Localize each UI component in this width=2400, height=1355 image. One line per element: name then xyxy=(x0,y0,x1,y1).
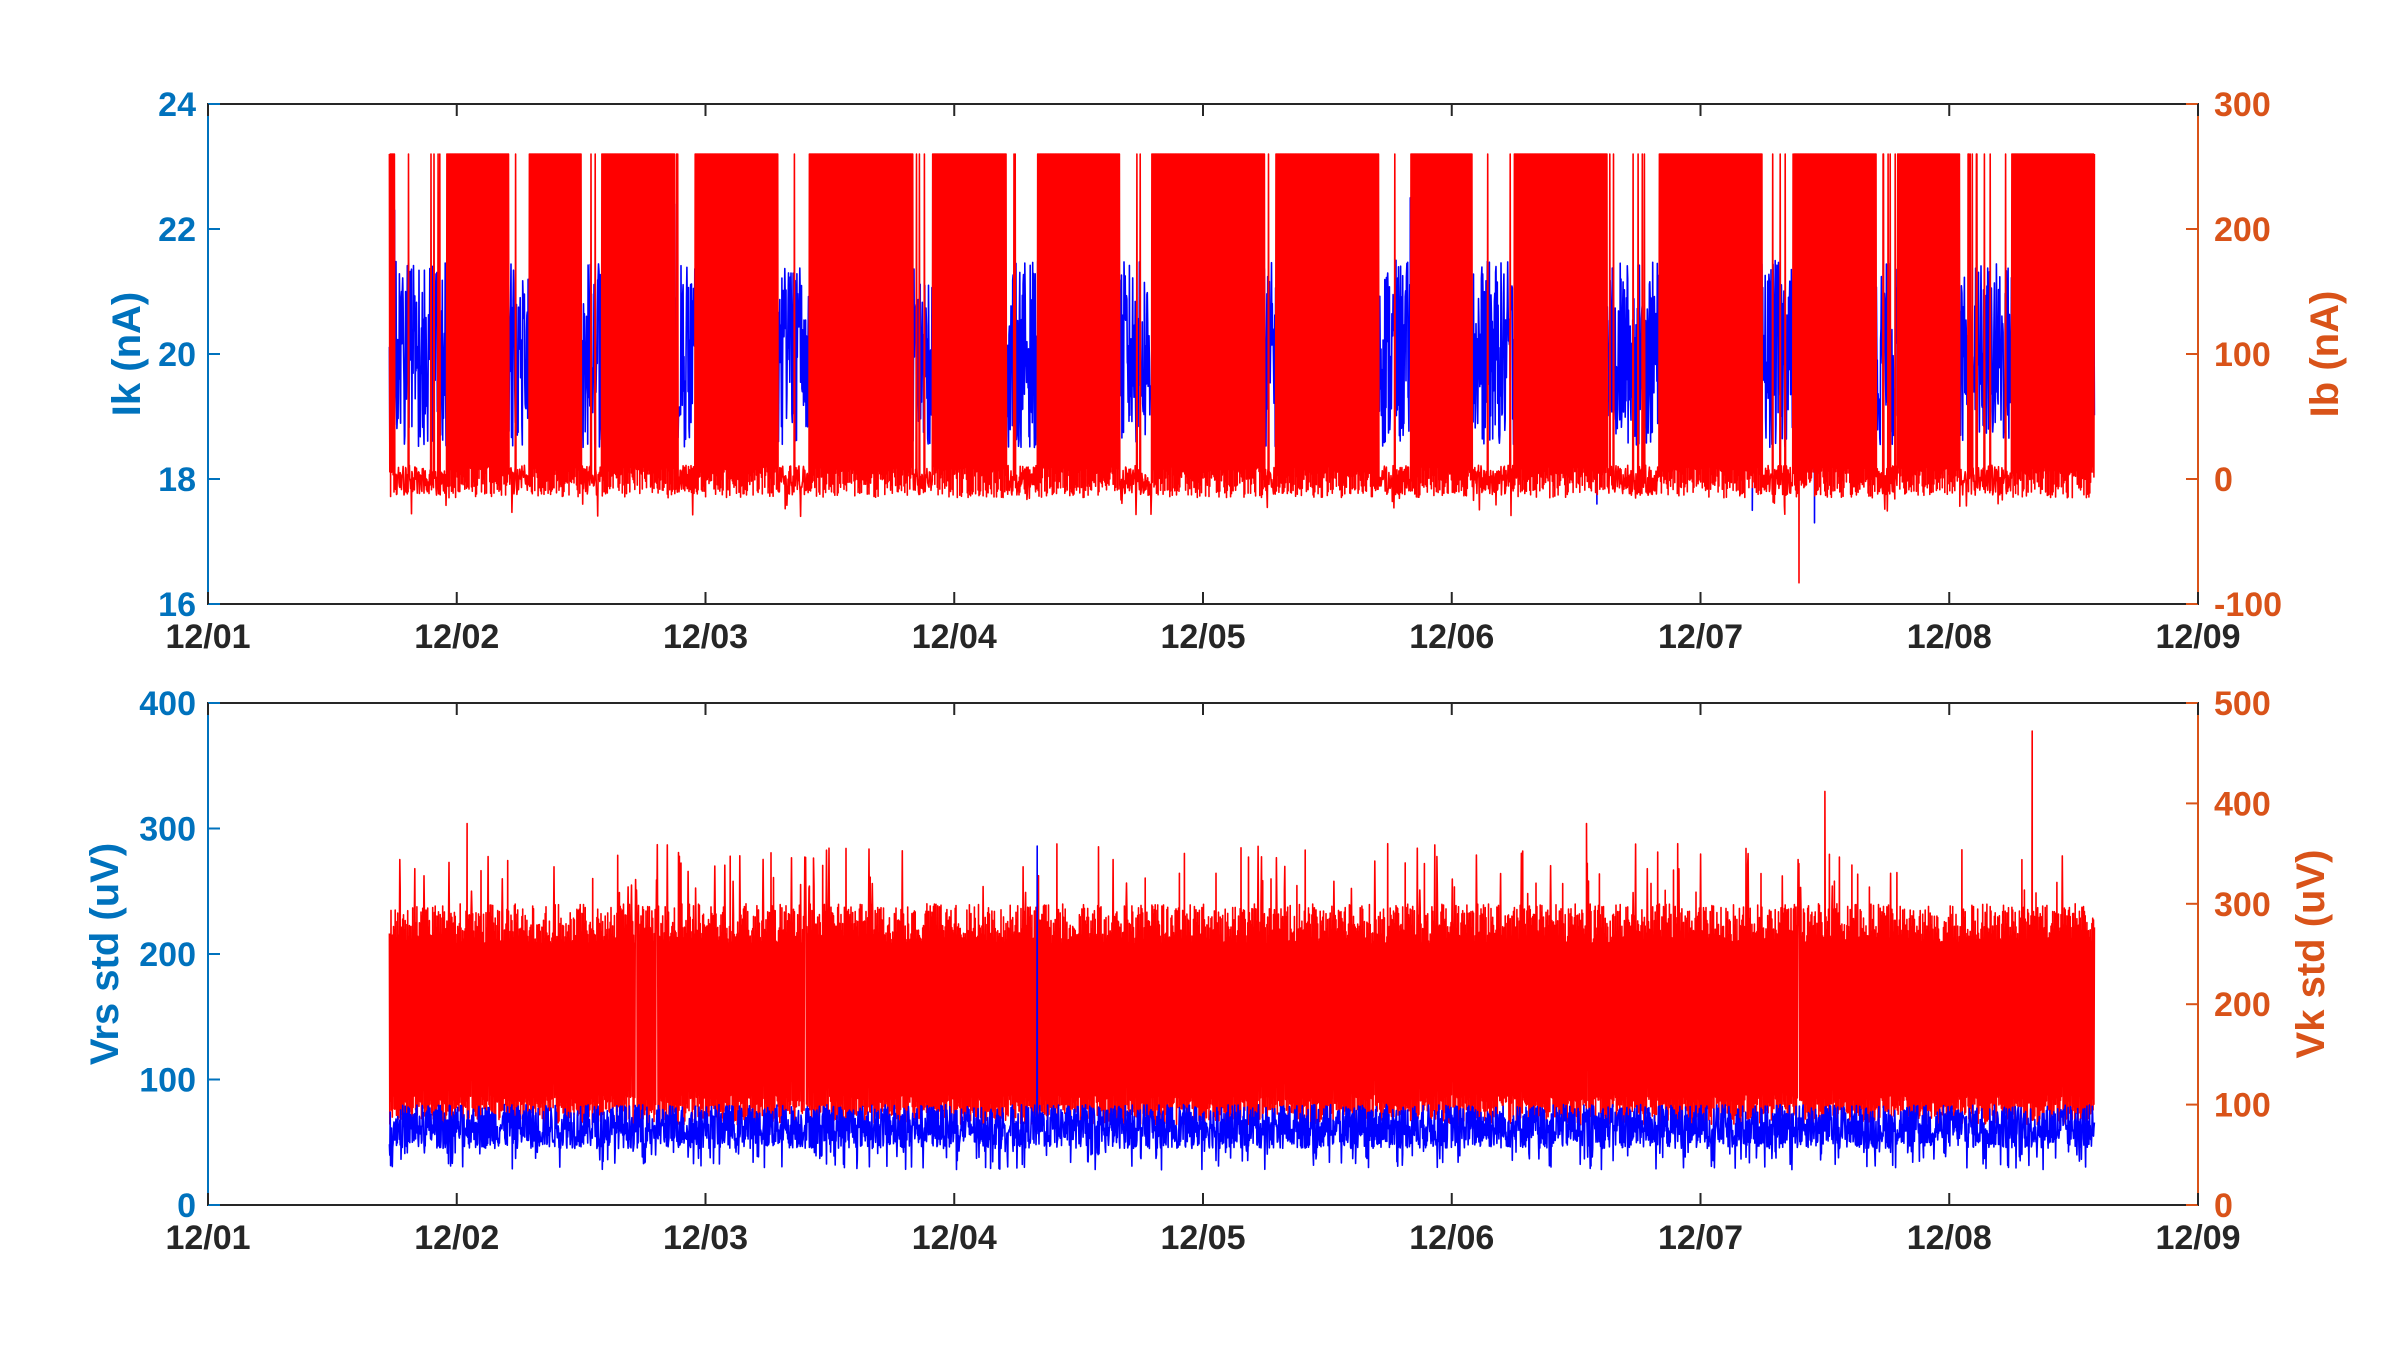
right-tick-label: 0 xyxy=(2214,461,2233,499)
left-tick-label: 18 xyxy=(158,461,196,499)
x-tick-label: 12/09 xyxy=(2155,1219,2240,1257)
red-series-line xyxy=(388,153,2096,584)
top-chart-panel: 1618202224 -1000100200300 12/01 12/02 12/0… xyxy=(105,86,2347,656)
red-series-line xyxy=(388,730,2096,1126)
vrs-std-axis-label: Vrs std (uV) xyxy=(83,843,127,1065)
x-tick-label: 12/02 xyxy=(414,618,499,656)
x-tick-label: 12/03 xyxy=(663,618,748,656)
x-tick-label: 12/05 xyxy=(1160,1219,1245,1257)
left-tick-label: 400 xyxy=(139,685,196,723)
right-tick-label: 300 xyxy=(2214,886,2271,924)
ik-axis-ticks: 1618202224 xyxy=(158,86,220,624)
x-tick-label: 12/08 xyxy=(1907,618,1992,656)
x-tick-label: 12/07 xyxy=(1658,1219,1743,1257)
x-tick-label: 12/04 xyxy=(912,1219,997,1257)
vk-std-axis-label: Vk std (uV) xyxy=(2289,850,2333,1059)
left-tick-label: 200 xyxy=(139,936,196,974)
figure: 16 18 20 22 24 -100 0 100 200 300 12/01 12/02 12/0… xyxy=(0,0,2400,1350)
x-tick-label: 12/02 xyxy=(414,1219,499,1257)
left-tick-label: 20 xyxy=(158,336,196,374)
x-tick-label: 12/08 xyxy=(1907,1219,1992,1257)
right-tick-label: 500 xyxy=(2214,685,2271,723)
bottom-chart-panel: 0100200300400 0100200300400500 12/01 12/0… xyxy=(83,685,2333,1257)
ib-series xyxy=(388,153,2096,584)
x-tick-label: 12/09 xyxy=(2155,618,2240,656)
left-tick-label: 24 xyxy=(158,86,196,124)
ib-axis-ticks: -1000100200300 xyxy=(2186,86,2282,624)
x-tick-label: 12/01 xyxy=(165,618,250,656)
x-tick-label: 12/06 xyxy=(1409,1219,1494,1257)
left-tick-label: 100 xyxy=(139,1062,196,1100)
right-tick-label: 300 xyxy=(2214,86,2271,124)
right-tick-label: 200 xyxy=(2214,986,2271,1024)
left-tick-label: 22 xyxy=(158,211,196,249)
x-tick-label: 12/07 xyxy=(1658,618,1743,656)
right-tick-label: 400 xyxy=(2214,785,2271,823)
x-tick-label: 12/03 xyxy=(663,1219,748,1257)
right-tick-label: 100 xyxy=(2214,1087,2271,1125)
right-tick-label: 100 xyxy=(2214,336,2271,374)
left-tick-label: 300 xyxy=(139,811,196,849)
vk-std-axis-ticks: 0100200300400500 xyxy=(2186,685,2271,1225)
dual-axis-charts: 1618202224 -1000100200300 12/01 12/02 12/0… xyxy=(83,86,2347,1257)
ib-axis-label: Ib (nA) xyxy=(2303,291,2347,418)
x-tick-label: 12/04 xyxy=(912,618,997,656)
x-tick-label: 12/01 xyxy=(165,1219,250,1257)
vk-std-series xyxy=(388,730,2096,1126)
ik-axis-label: Ik (nA) xyxy=(105,292,149,416)
x-tick-label: 12/06 xyxy=(1409,618,1494,656)
vrs-std-axis-ticks: 0100200300400 xyxy=(139,685,220,1225)
x-tick-label: 12/05 xyxy=(1160,618,1245,656)
right-tick-label: 200 xyxy=(2214,211,2271,249)
